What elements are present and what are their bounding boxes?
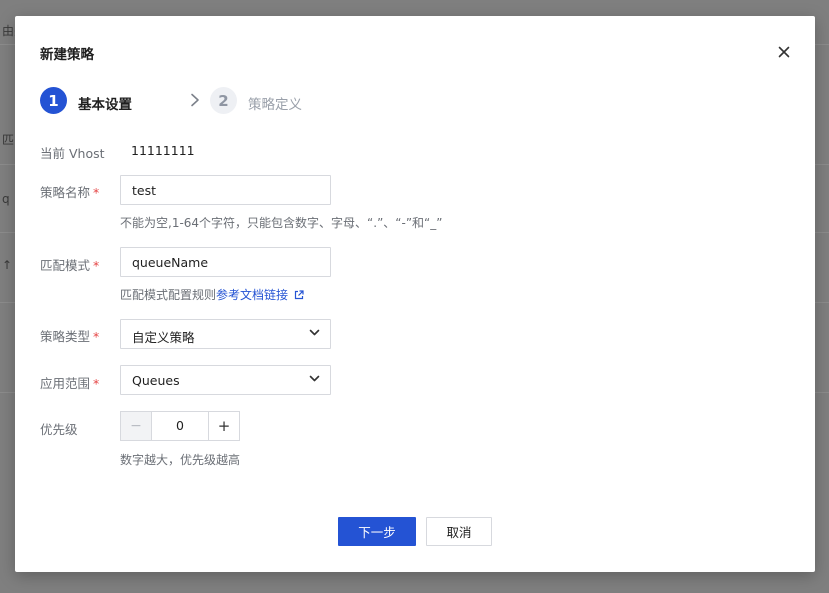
match-pattern-hint-text: 匹配模式配置规则 xyxy=(120,288,217,302)
policy-name-label-text: 策略名称 xyxy=(40,185,91,200)
chevron-down-icon xyxy=(309,375,320,382)
required-mark: * xyxy=(93,185,100,200)
priority-hint: 数字越大，优先级越高 xyxy=(120,453,241,467)
background-text: ↑ xyxy=(2,258,13,272)
close-button[interactable] xyxy=(775,43,793,61)
external-link-icon[interactable] xyxy=(294,290,304,300)
apply-to-label: 应用范围 * xyxy=(40,373,99,392)
required-mark: * xyxy=(93,329,100,344)
priority-label: 优先级 xyxy=(40,422,78,437)
decrement-button[interactable]: − xyxy=(121,412,152,440)
minus-icon: − xyxy=(130,418,142,434)
chevron-down-icon xyxy=(309,329,320,336)
priority-stepper: − 0 + xyxy=(120,411,240,441)
match-pattern-input[interactable] xyxy=(120,247,331,277)
step-label: 基本设置 xyxy=(78,97,132,113)
match-pattern-label: 匹配模式 * xyxy=(40,255,99,274)
plus-icon: + xyxy=(217,417,231,435)
policy-name-hint: 不能为空,1-64个字符，只能包含数字、字母、“.”、“-”和“_” xyxy=(120,216,443,230)
vhost-value: 11111111 xyxy=(131,143,195,158)
vhost-label: 当前 Vhost xyxy=(40,146,105,161)
priority-value[interactable]: 0 xyxy=(152,412,208,440)
match-pattern-hint: 匹配模式配置规则参考文档链接 xyxy=(120,286,304,303)
cancel-button[interactable]: 取消 xyxy=(426,517,492,546)
chevron-right-icon xyxy=(191,93,199,107)
required-mark: * xyxy=(93,376,100,391)
policy-name-input[interactable] xyxy=(120,175,331,205)
match-pattern-label-text: 匹配模式 xyxy=(40,258,91,273)
close-icon[interactable] xyxy=(778,46,790,58)
reference-doc-link[interactable]: 参考文档链接 xyxy=(216,288,288,302)
step-number: 1 xyxy=(40,87,67,114)
next-step-button[interactable]: 下一步 xyxy=(338,517,416,546)
apply-to-value: Queues xyxy=(132,373,180,388)
background-text: q xyxy=(2,192,10,206)
create-policy-dialog: 新建策略 1 基本设置 2 策略定义 当前 Vhost 11111111 策略名… xyxy=(15,16,815,572)
required-mark: * xyxy=(93,258,100,273)
policy-name-label: 策略名称 * xyxy=(40,182,99,201)
apply-to-select[interactable]: Queues xyxy=(120,365,331,395)
steps: 1 基本设置 2 策略定义 xyxy=(40,87,440,115)
background-text: 匹 xyxy=(2,133,15,147)
policy-type-label: 策略类型 * xyxy=(40,326,99,345)
policy-type-value: 自定义策略 xyxy=(132,330,195,345)
apply-to-label-text: 应用范围 xyxy=(40,376,91,391)
step-label: 策略定义 xyxy=(248,97,302,113)
increment-button[interactable]: + xyxy=(208,412,239,440)
dialog-title: 新建策略 xyxy=(40,47,94,63)
step-number: 2 xyxy=(210,87,237,114)
policy-type-select[interactable]: 自定义策略 xyxy=(120,319,331,349)
policy-type-label-text: 策略类型 xyxy=(40,329,91,344)
